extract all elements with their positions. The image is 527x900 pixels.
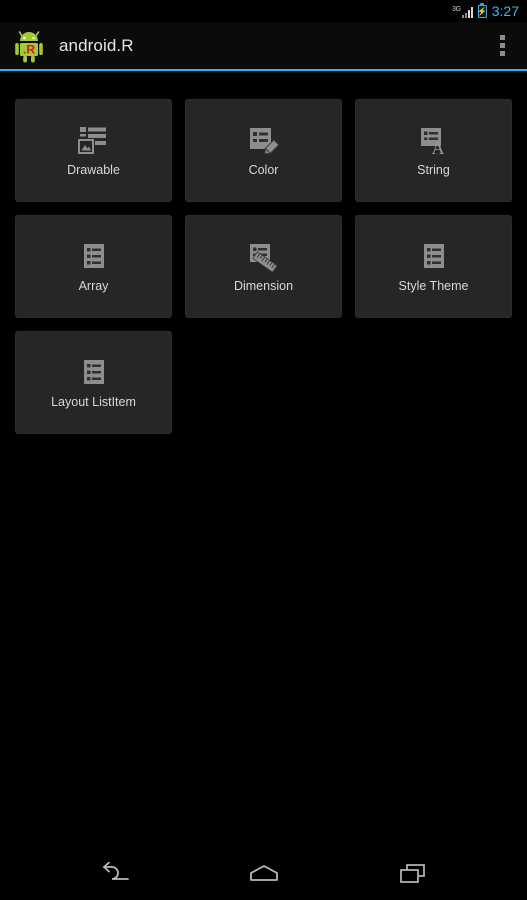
tile-layout-listitem[interactable]: Layout ListItem: [15, 331, 172, 434]
tile-string[interactable]: A String: [355, 99, 512, 202]
color-pen-document-icon: [245, 124, 283, 158]
battery-bolt-glyph: ⚡: [477, 6, 488, 16]
back-arrow-icon: [98, 861, 132, 891]
svg-text:.R: .R: [23, 42, 35, 56]
home-button[interactable]: [232, 856, 296, 896]
status-bar: 3G ⚡ 3:27: [0, 0, 527, 22]
tile-label: String: [417, 163, 450, 178]
recent-apps-icon: [396, 862, 430, 891]
signal-bars-glyph: [461, 6, 473, 18]
resource-grid: Drawable Color A String Array Dimension …: [15, 99, 512, 434]
overflow-menu-icon[interactable]: [487, 26, 517, 66]
tile-dimension[interactable]: Dimension: [185, 215, 342, 318]
tile-color[interactable]: Color: [185, 99, 342, 202]
tile-label: Style Theme: [398, 279, 469, 294]
network-type-label: 3G: [452, 6, 461, 13]
tile-drawable[interactable]: Drawable: [15, 99, 172, 202]
tile-label: Drawable: [67, 163, 120, 178]
status-bar-icons: 3G ⚡ 3:27: [452, 4, 519, 18]
tile-array[interactable]: Array: [15, 215, 172, 318]
svg-text:A: A: [431, 138, 444, 156]
tile-label: Array: [78, 279, 109, 294]
tile-label: Dimension: [233, 279, 294, 294]
android-robot-r-icon[interactable]: .R: [11, 28, 47, 64]
battery-charging-icon: ⚡: [477, 5, 488, 18]
drawable-image-list-icon: [75, 124, 113, 158]
recent-apps-button[interactable]: [381, 856, 445, 896]
string-letter-a-document-icon: A: [415, 124, 453, 158]
layout-listitem-list-document-icon: [75, 356, 113, 390]
page-title: android.R: [59, 35, 134, 55]
android-screen: 3G ⚡ 3:27 .R android.R Drawable Color A …: [0, 0, 527, 900]
main-content: Drawable Color A String Array Dimension …: [0, 73, 527, 852]
home-icon: [247, 862, 281, 891]
status-bar-clock: 3:27: [491, 3, 519, 19]
style-theme-list-document-icon: [415, 240, 453, 274]
back-button[interactable]: [83, 856, 147, 896]
tile-style-theme[interactable]: Style Theme: [355, 215, 512, 318]
system-navigation-bar: [0, 852, 527, 900]
dimension-ruler-document-icon: [245, 240, 283, 274]
signal-bars-icon: 3G: [452, 4, 473, 18]
tile-label: Color: [248, 163, 279, 178]
action-bar: .R android.R: [0, 22, 527, 69]
array-list-document-icon: [75, 240, 113, 274]
tile-label: Layout ListItem: [51, 395, 136, 410]
